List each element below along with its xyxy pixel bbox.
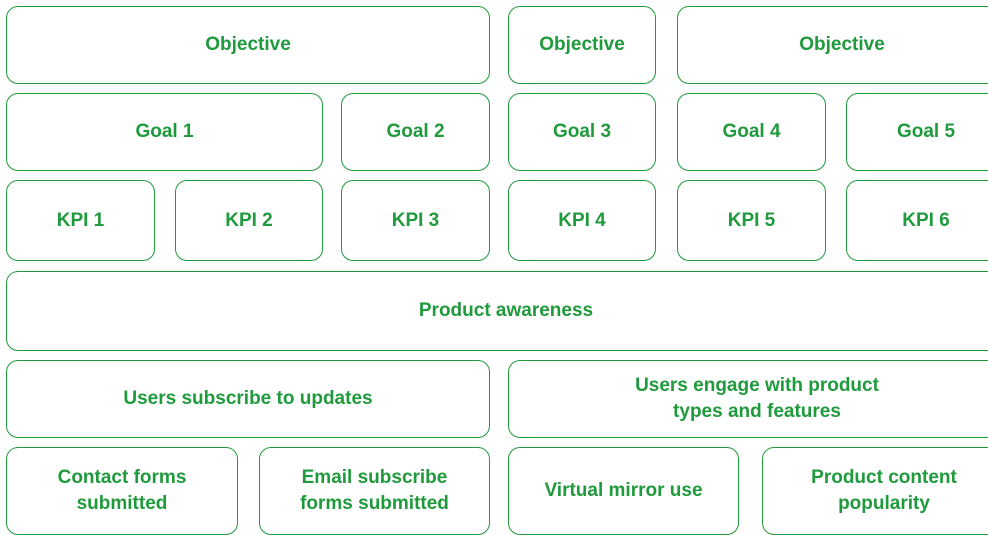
kpi-box-3: KPI 3 [341,180,490,261]
example-kpi-box-3: Virtual mirror use [508,447,739,535]
goal-box-5: Goal 5 [846,93,988,171]
kpi-box-5: KPI 5 [677,180,826,261]
objective-box-1: Objective [6,6,490,84]
kpi-box-1: KPI 1 [6,180,155,261]
example-goal-box-2: Users engage with product types and feat… [508,360,988,438]
goal-box-4: Goal 4 [677,93,826,171]
example-objective-box: Product awareness [6,271,988,351]
kpi-box-2: KPI 2 [175,180,323,261]
example-kpi-box-1: Contact forms submitted [6,447,238,535]
kpi-box-6: KPI 6 [846,180,988,261]
example-goal-box-1: Users subscribe to updates [6,360,490,438]
example-kpi-box-2: Email subscribe forms submitted [259,447,490,535]
goal-box-2: Goal 2 [341,93,490,171]
objective-box-2: Objective [508,6,656,84]
example-kpi-box-4: Product content popularity [762,447,988,535]
goal-box-1: Goal 1 [6,93,323,171]
kpi-box-4: KPI 4 [508,180,656,261]
goal-box-3: Goal 3 [508,93,656,171]
objective-box-3: Objective [677,6,988,84]
